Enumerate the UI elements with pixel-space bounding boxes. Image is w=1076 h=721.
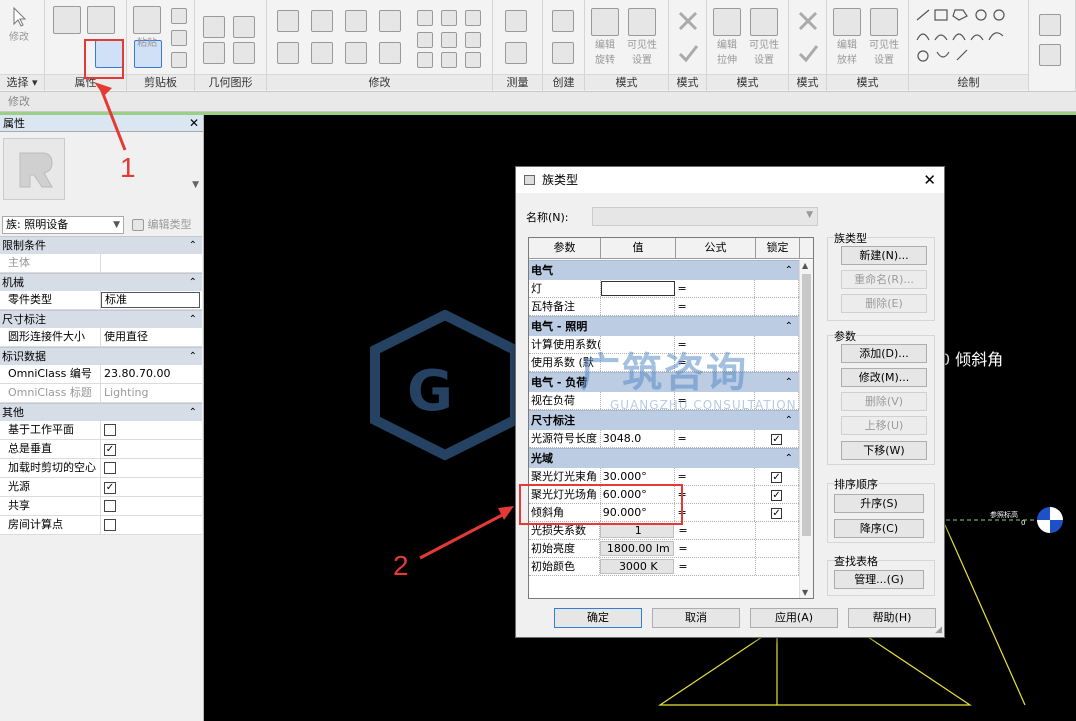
annotation-marker-2: 2: [393, 550, 409, 581]
annotation-marker-1: 1: [120, 152, 136, 183]
annotation-arrows: [94, 82, 514, 560]
revit-window: 修改 选择 ▾ 属性 粘贴 剪贴板 几何图形 修改 测量 创建 编辑 旋转 可见…: [0, 0, 1076, 721]
annotation-box-2: [519, 484, 683, 525]
